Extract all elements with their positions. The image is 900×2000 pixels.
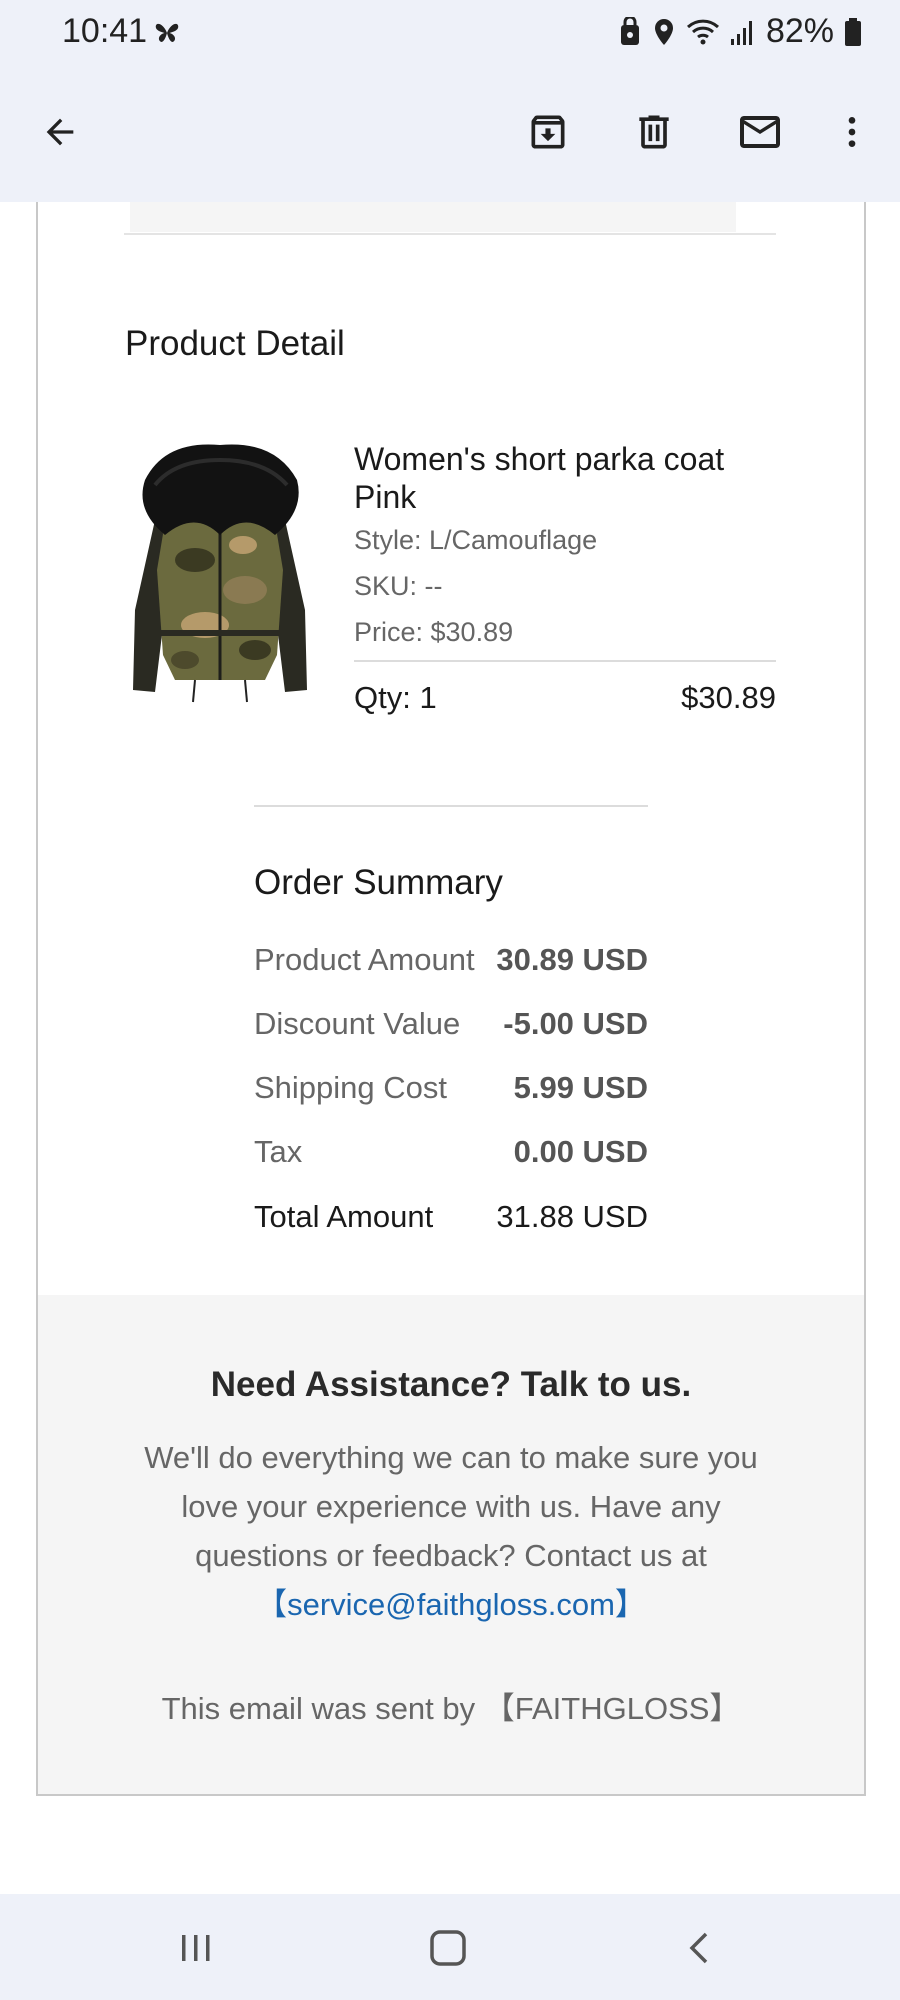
summary-row-discount: Discount Value -5.00 USD — [254, 1006, 648, 1046]
more-vert-icon — [848, 117, 856, 147]
support-email-link[interactable]: 【service@faithgloss.com】 — [138, 1580, 764, 1629]
summary-value: 31.88 USD — [496, 1199, 648, 1234]
summary-label: Product Amount — [254, 942, 475, 977]
archive-icon — [531, 115, 565, 149]
butterfly-notification-icon — [152, 18, 182, 48]
product-line-total: $30.89 — [681, 680, 776, 715]
summary-label: Total Amount — [254, 1199, 434, 1234]
summary-label: Tax — [254, 1134, 303, 1169]
product-name[interactable]: Women's short parka coat Pink — [354, 440, 754, 516]
status-icons: 82% — [618, 12, 862, 51]
alarm-lock-icon — [618, 16, 642, 47]
home-icon — [430, 1930, 466, 1966]
summary-label: Discount Value — [254, 1006, 461, 1041]
assistance-body: We'll do everything we can to make sure … — [144, 1440, 758, 1573]
archive-button[interactable] — [520, 104, 576, 160]
recents-icon — [182, 1935, 210, 1961]
product-sku: SKU: -- — [354, 571, 443, 601]
assistance-section: Need Assistance? Talk to us. We'll do ev… — [38, 1295, 864, 1794]
location-icon — [652, 17, 676, 47]
summary-value: -5.00 USD — [503, 1006, 648, 1041]
summary-value: 0.00 USD — [513, 1134, 648, 1169]
recents-button[interactable] — [166, 1920, 226, 1976]
product-image[interactable] — [125, 440, 315, 720]
divider — [254, 805, 648, 807]
mark-unread-icon — [740, 116, 780, 148]
divider — [354, 660, 776, 662]
summary-row-shipping: Shipping Cost 5.99 USD — [254, 1070, 648, 1110]
delete-icon — [639, 115, 669, 149]
back-button[interactable] — [32, 104, 88, 160]
status-bar: 10:41 82% — [0, 0, 900, 64]
delete-button[interactable] — [626, 104, 682, 160]
assistance-title: Need Assistance? Talk to us. — [210, 1365, 692, 1404]
product-price: Price: $30.89 — [354, 617, 514, 647]
nav-back-button[interactable] — [670, 1920, 730, 1976]
previous-section-strip — [130, 202, 736, 232]
email-toolbar — [0, 64, 900, 202]
summary-value: 30.89 USD — [496, 942, 648, 977]
order-summary-heading: Order Summary — [254, 863, 503, 902]
back-arrow-icon — [46, 118, 74, 146]
system-navigation-bar — [0, 1894, 900, 2000]
sent-by-text: This email was sent by 【FAITHGLOSS】 — [161, 1691, 741, 1726]
wifi-icon — [686, 17, 720, 47]
mark-unread-button[interactable] — [732, 104, 788, 160]
divider — [124, 233, 776, 235]
battery-percent: 82% — [765, 12, 834, 50]
summary-row-total: Total Amount 31.88 USD — [254, 1199, 648, 1239]
summary-label: Shipping Cost — [254, 1070, 448, 1105]
product-style: Style: L/Camouflage — [354, 525, 598, 555]
assistance-text: We'll do everything we can to make sure … — [138, 1433, 764, 1629]
product-quantity: Qty: 1 — [354, 680, 437, 715]
status-time: 10:41 — [62, 12, 148, 50]
signal-icon — [730, 17, 756, 47]
chevron-left-icon — [689, 1932, 708, 1964]
home-button[interactable] — [418, 1920, 478, 1976]
product-detail-heading: Product Detail — [125, 324, 345, 363]
summary-value: 5.99 USD — [513, 1070, 648, 1105]
summary-row-tax: Tax 0.00 USD — [254, 1134, 648, 1174]
more-options-button[interactable] — [824, 104, 880, 160]
summary-row-product-amount: Product Amount 30.89 USD — [254, 942, 648, 982]
battery-icon — [844, 17, 862, 47]
